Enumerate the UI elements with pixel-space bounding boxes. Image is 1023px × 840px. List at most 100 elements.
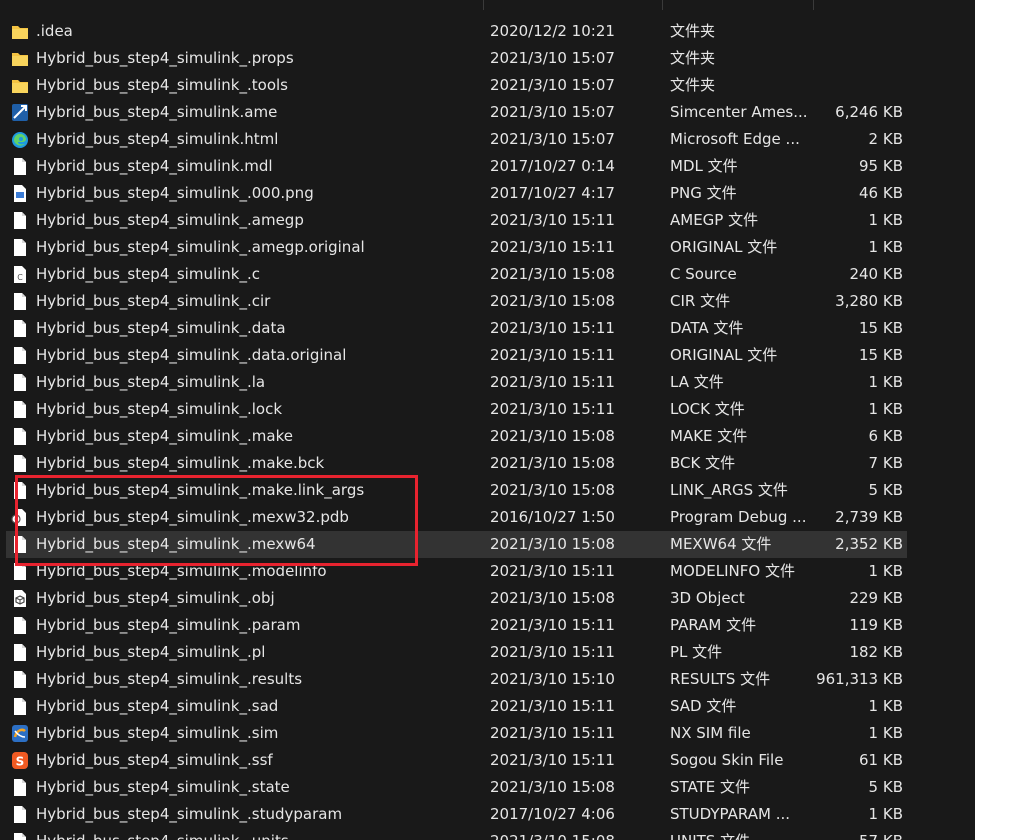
- file-row[interactable]: Hybrid_bus_step4_simulink_.state 2021/3/1…: [0, 774, 975, 801]
- file-size: 3,280 KB: [835, 292, 903, 310]
- file-name: Hybrid_bus_step4_simulink_.pl: [36, 643, 266, 661]
- file-size: 961,313 KB: [816, 670, 903, 688]
- file-row[interactable]: Hybrid_bus_step4_simulink_.cir 2021/3/10 …: [0, 288, 975, 315]
- blank-file-icon: [11, 373, 29, 392]
- blank-file-icon: [11, 427, 29, 446]
- column-divider-type[interactable]: [662, 0, 663, 10]
- blank-file-icon: [11, 562, 29, 581]
- file-date-modified: 2021/3/10 15:11: [490, 616, 615, 634]
- file-row[interactable]: Hybrid_bus_step4_simulink_.data 2021/3/10…: [0, 315, 975, 342]
- file-type: UNITS 文件: [670, 828, 810, 840]
- file-date-modified: 2021/3/10 15:07: [490, 103, 615, 121]
- file-row[interactable]: Hybrid_bus_step4_simulink_.props 2021/3/1…: [0, 45, 975, 72]
- file-type: PNG 文件: [670, 184, 737, 202]
- file-row[interactable]: Hybrid_bus_step4_simulink_.mexw32.pdb 201…: [0, 504, 975, 531]
- file-row[interactable]: Hybrid_bus_step4_simulink.html 2021/3/10 …: [0, 126, 975, 153]
- file-row[interactable]: Hybrid_bus_step4_simulink_.la 2021/3/10 1…: [0, 369, 975, 396]
- file-type: SAD 文件: [670, 697, 737, 715]
- file-type: Simcenter Ames...: [670, 103, 808, 121]
- file-name: Hybrid_bus_step4_simulink_.amegp: [36, 211, 304, 229]
- file-row[interactable]: Hybrid_bus_step4_simulink_.results 2021/3…: [0, 666, 975, 693]
- column-divider-size[interactable]: [813, 0, 814, 10]
- file-row[interactable]: Hybrid_bus_step4_simulink_.modelinfo 2021…: [0, 558, 975, 585]
- file-type: AMEGP 文件: [670, 211, 759, 229]
- file-size: 1 KB: [868, 724, 903, 742]
- file-row[interactable]: Hybrid_bus_step4_simulink_.sim 2021/3/10 …: [0, 720, 975, 747]
- file-row[interactable]: C Hybrid_bus_step4_simulink_.c 2021/3/10 1…: [0, 261, 975, 288]
- blank-file-icon: [11, 454, 29, 473]
- file-size: 15 KB: [859, 346, 903, 364]
- file-type: MODELINFO 文件: [670, 562, 795, 580]
- file-type: STUDYPARAM ...: [670, 805, 790, 823]
- file-type: LA 文件: [670, 373, 724, 391]
- file-row[interactable]: Hybrid_bus_step4_simulink_.param 2021/3/1…: [0, 612, 975, 639]
- sogou-skin-file-icon: S: [11, 751, 29, 770]
- file-row[interactable]: Hybrid_bus_step4_simulink_.amegp.origina…: [0, 234, 975, 261]
- file-row[interactable]: Hybrid_bus_step4_simulink_.000.png 2017/1…: [0, 180, 975, 207]
- file-name: Hybrid_bus_step4_simulink.mdl: [36, 157, 273, 175]
- file-type: MAKE 文件: [670, 427, 748, 445]
- file-row[interactable]: Hybrid_bus_step4_simulink_.lock 2021/3/10…: [0, 396, 975, 423]
- file-size: 1 KB: [868, 211, 903, 229]
- file-type: Sogou Skin File: [670, 751, 784, 769]
- column-divider-date[interactable]: [483, 0, 484, 10]
- file-size: 119 KB: [849, 616, 903, 634]
- file-row[interactable]: Hybrid_bus_step4_simulink_.units 2021/3/1…: [0, 828, 975, 840]
- file-row[interactable]: Hybrid_bus_step4_simulink_.make 2021/3/10…: [0, 423, 975, 450]
- file-row[interactable]: Hybrid_bus_step4_simulink.mdl 2017/10/27 …: [0, 153, 975, 180]
- file-name: Hybrid_bus_step4_simulink_.amegp.origina…: [36, 238, 365, 256]
- file-type: 文件夹: [670, 49, 716, 67]
- file-row[interactable]: Hybrid_bus_step4_simulink_.make.link_arg…: [0, 477, 975, 504]
- file-row[interactable]: Hybrid_bus_step4_simulink_.mexw64 2021/3/…: [0, 531, 975, 558]
- file-name: Hybrid_bus_step4_simulink_.c: [36, 265, 261, 283]
- file-size: 6 KB: [868, 427, 903, 445]
- file-size: 95 KB: [859, 157, 903, 175]
- file-date-modified: 2021/3/10 15:08: [490, 265, 615, 283]
- file-row[interactable]: Hybrid_bus_step4_simulink_.data.original…: [0, 342, 975, 369]
- blank-file-icon: [11, 346, 29, 365]
- file-type: C Source: [670, 265, 737, 283]
- file-type: 3D Object: [670, 589, 745, 607]
- file-row[interactable]: Hybrid_bus_step4_simulink.ame 2021/3/10 1…: [0, 99, 975, 126]
- file-row[interactable]: Hybrid_bus_step4_simulink_.make.bck 2021/…: [0, 450, 975, 477]
- file-date-modified: 2021/3/10 15:11: [490, 643, 615, 661]
- file-row[interactable]: Hybrid_bus_step4_simulink_.tools 2021/3/1…: [0, 72, 975, 99]
- file-row[interactable]: Hybrid_bus_step4_simulink_.studyparam 201…: [0, 801, 975, 828]
- file-name: Hybrid_bus_step4_simulink_.sim: [36, 724, 279, 742]
- file-type: PARAM 文件: [670, 616, 757, 634]
- file-size: 1 KB: [868, 238, 903, 256]
- image-file-icon: [11, 184, 29, 203]
- file-type: CIR 文件: [670, 292, 731, 310]
- blank-file-icon: [11, 535, 29, 554]
- file-size: [810, 18, 903, 45]
- file-name: Hybrid_bus_step4_simulink_.ssf: [36, 751, 273, 769]
- file-size: [810, 72, 903, 99]
- file-type: NX SIM file: [670, 724, 751, 742]
- file-date-modified: 2016/10/27 1:50: [490, 508, 615, 526]
- blank-file-icon: [11, 211, 29, 230]
- blank-file-icon: [11, 157, 29, 176]
- folder-icon: [11, 76, 29, 95]
- file-type: MDL 文件: [670, 157, 738, 175]
- file-row[interactable]: Hybrid_bus_step4_simulink_.pl 2021/3/10 1…: [0, 639, 975, 666]
- file-date-modified: 2021/3/10 15:08: [490, 292, 615, 310]
- file-row[interactable]: .idea 2020/12/2 10:21 文件夹: [0, 18, 975, 45]
- file-date-modified: 2017/10/27 4:17: [490, 184, 615, 202]
- file-row[interactable]: Hybrid_bus_step4_simulink_.amegp 2021/3/1…: [0, 207, 975, 234]
- svg-text:C: C: [17, 273, 23, 282]
- file-name: Hybrid_bus_step4_simulink_.data: [36, 319, 286, 337]
- file-size: 7 KB: [868, 454, 903, 472]
- file-row[interactable]: Hybrid_bus_step4_simulink_.obj 2021/3/10 …: [0, 585, 975, 612]
- blank-file-icon: [11, 832, 29, 840]
- file-size: 1 KB: [868, 400, 903, 418]
- file-list: .idea 2020/12/2 10:21 文件夹 Hybrid_bus_step4_…: [0, 18, 975, 840]
- file-row[interactable]: Hybrid_bus_step4_simulink_.sad 2021/3/10 …: [0, 693, 975, 720]
- file-row[interactable]: S Hybrid_bus_step4_simulink_.ssf 2021/3/10…: [0, 747, 975, 774]
- file-type: Microsoft Edge ...: [670, 130, 800, 148]
- folder-icon: [11, 49, 29, 68]
- file-size: 15 KB: [859, 319, 903, 337]
- file-date-modified: 2021/3/10 15:08: [490, 427, 615, 445]
- file-type: LOCK 文件: [670, 400, 745, 418]
- file-date-modified: 2021/3/10 15:07: [490, 76, 615, 94]
- blank-file-icon: [11, 697, 29, 716]
